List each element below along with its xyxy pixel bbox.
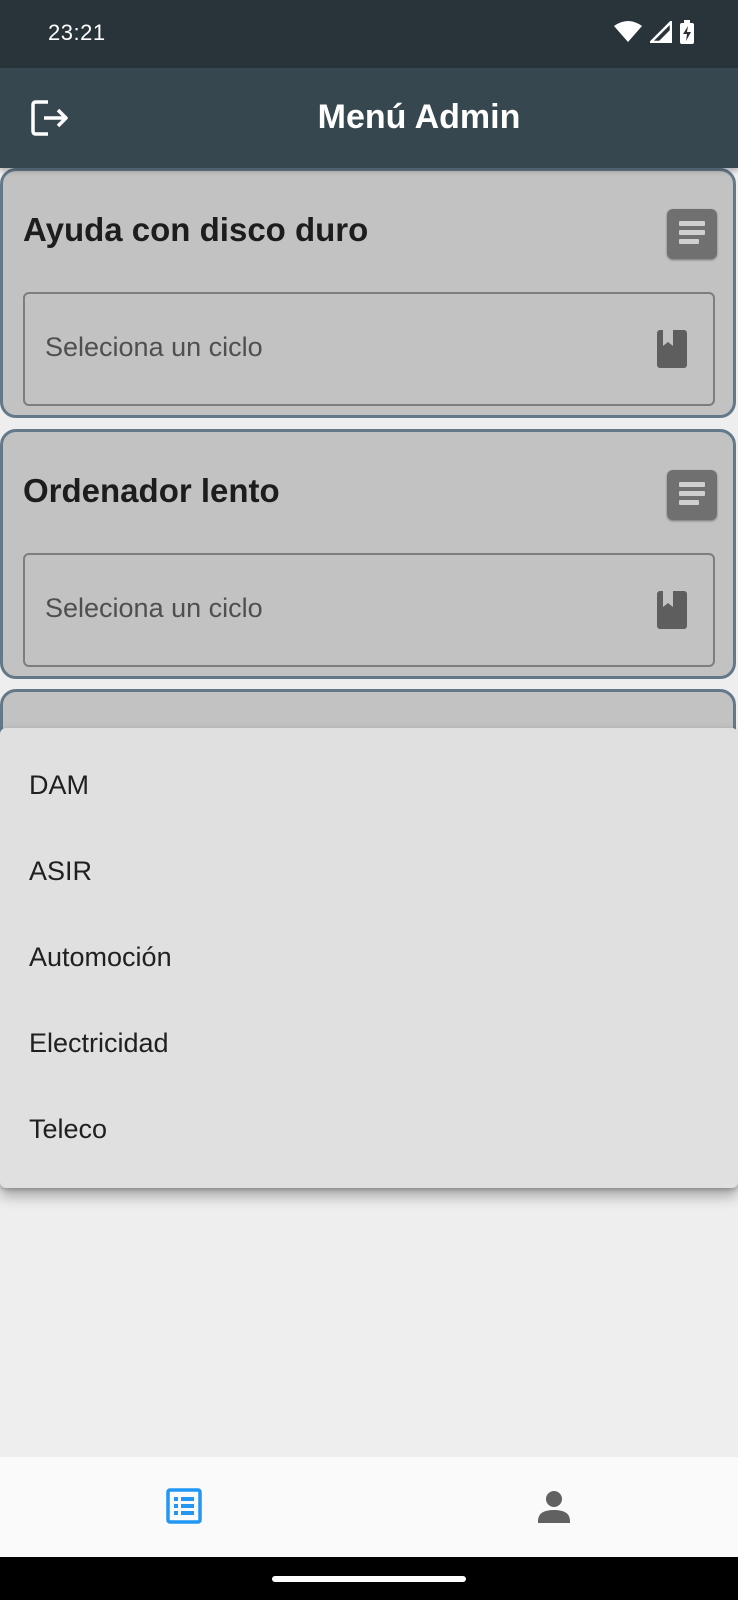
wifi-icon — [614, 21, 642, 42]
description-icon — [679, 482, 705, 487]
page-title: Menú Admin — [317, 98, 521, 136]
cycle-dropdown-menu: DAM ASIR Automoción Electricidad Teleco — [0, 728, 738, 1188]
book-icon — [657, 591, 687, 629]
list-alt-icon — [166, 1488, 202, 1524]
home-gesture-handle[interactable] — [272, 1576, 466, 1582]
description-icon-line — [679, 230, 705, 235]
ticket-details-button[interactable] — [667, 209, 717, 259]
status-time: 23:21 — [48, 20, 106, 45]
battery-charging-icon — [680, 20, 694, 44]
dropdown-option-dam[interactable]: DAM — [0, 742, 738, 828]
ticket-details-button[interactable] — [667, 470, 717, 520]
system-gesture-bar — [0, 1557, 738, 1600]
cycle-select[interactable]: Seleciona un ciclo — [23, 292, 715, 406]
dropdown-option-electricidad[interactable]: Electricidad — [0, 1000, 738, 1086]
app-bar: Menú Admin — [0, 68, 738, 168]
ticket-title: Ordenador lento — [23, 472, 280, 509]
nav-tab-list[interactable] — [154, 1477, 214, 1537]
dropdown-option-teleco[interactable]: Teleco — [0, 1086, 738, 1172]
cycle-select-placeholder: Seleciona un ciclo — [45, 332, 263, 362]
cell-signal-icon — [650, 21, 672, 43]
nav-tab-profile[interactable] — [524, 1477, 584, 1537]
description-icon-line — [679, 500, 699, 505]
description-icon — [679, 221, 705, 226]
person-icon — [538, 1491, 570, 1523]
status-bar: 23:21 — [0, 0, 738, 68]
description-icon-line — [679, 491, 705, 496]
bottom-navigation — [0, 1457, 738, 1557]
cycle-select[interactable]: Seleciona un ciclo — [23, 553, 715, 667]
dropdown-option-automocion[interactable]: Automoción — [0, 914, 738, 1000]
dropdown-option-asir[interactable]: ASIR — [0, 828, 738, 914]
book-icon — [657, 330, 687, 368]
cycle-select-placeholder: Seleciona un ciclo — [45, 593, 263, 623]
ticket-card: Ayuda con disco duro Seleciona un ciclo — [0, 168, 736, 418]
status-icons — [614, 20, 694, 44]
description-icon-line — [679, 239, 699, 244]
ticket-title: Ayuda con disco duro — [23, 211, 369, 248]
ticket-card: Ordenador lento Seleciona un ciclo — [0, 429, 736, 679]
